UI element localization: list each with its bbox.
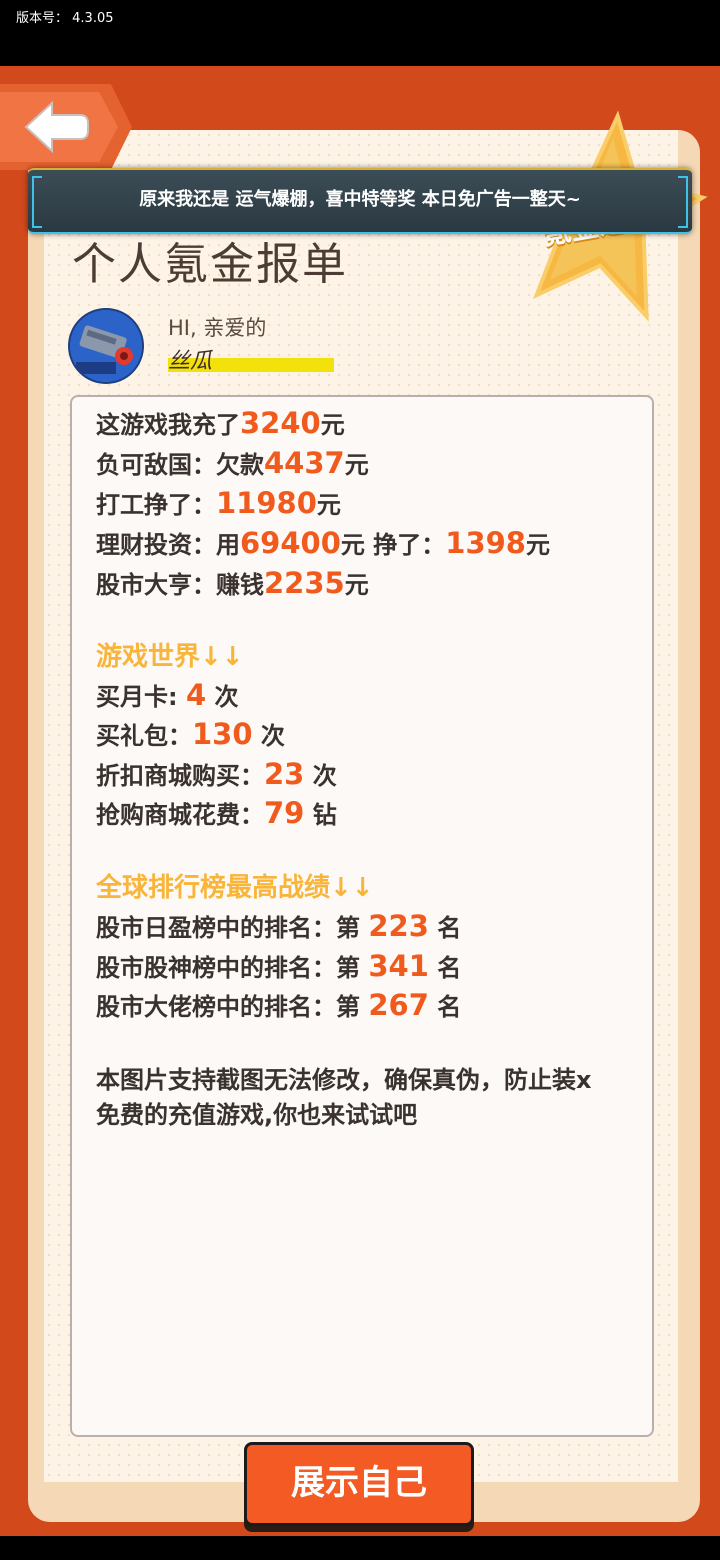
finance-value: 69400 — [240, 526, 341, 560]
status-bar: 版本号： 4.3.05 — [0, 0, 720, 66]
finance-unit: 元 — [320, 411, 345, 439]
finance-label: 股市大亨：赚钱 — [96, 571, 264, 599]
rank-value: 341 — [368, 949, 429, 983]
finance-unit: 元 — [344, 451, 369, 479]
rank-label: 股市股神榜中的排名：第 — [96, 954, 369, 982]
rank-unit: 名 — [428, 993, 462, 1021]
stat-unit: 次 — [206, 683, 239, 711]
stat-label: 折扣商城购买： — [96, 762, 264, 790]
show-self-button[interactable]: 展示自己 — [244, 1442, 474, 1526]
finance-unit: 元 — [525, 531, 550, 559]
finance-value: 3240 — [240, 406, 321, 440]
stat-label: 抢购商城花费： — [96, 801, 264, 829]
ranking-heading: 全球排行榜最高战绩↓↓ — [96, 873, 374, 903]
rank-label: 股市日盈榜中的排名：第 — [96, 914, 369, 942]
stat-unit: 钻 — [304, 801, 337, 829]
version-label: 版本号： — [16, 11, 69, 26]
back-arrow-icon[interactable] — [22, 97, 92, 157]
ranking-line: 股市日盈榜中的排名：第 223 名 — [96, 908, 461, 943]
game-world-line: 抢购商城花费：79 钻 — [96, 795, 337, 830]
rank-unit: 名 — [428, 914, 462, 942]
page-title: 个人氪金报单 — [72, 239, 348, 290]
finance-value: 1398 — [445, 526, 526, 560]
stat-label: 买月卡: — [96, 683, 186, 711]
reward-banner: 原来我还是 运气爆棚，喜中特等奖 本日免广告一整天~ — [28, 168, 692, 234]
stat-unit: 次 — [304, 762, 337, 790]
finance-line-recharge: 这游戏我充了3240元 — [96, 405, 345, 440]
finance-label: 这游戏我充了 — [96, 411, 240, 439]
stat-value: 130 — [192, 717, 253, 751]
finance-value: 2235 — [264, 566, 345, 600]
rank-label: 股市大佬榜中的排名：第 — [96, 993, 369, 1021]
finance-label: 负可敌国：欠款 — [96, 451, 264, 479]
finance-line-work: 打工挣了：11980元 — [96, 485, 341, 520]
finance-label: 理财投资：用 — [96, 531, 240, 559]
game-world-line: 买月卡: 4 次 — [96, 677, 239, 712]
note-line-2: 免费的充值游戏,你也来试试吧 — [96, 1101, 418, 1129]
avatar[interactable] — [70, 310, 142, 382]
game-world-line: 买礼包：130 次 — [96, 716, 285, 751]
stat-unit: 次 — [252, 722, 285, 750]
note-line-1: 本图片支持截图无法修改，确保真伪，防止装x — [96, 1066, 592, 1094]
rank-value: 223 — [368, 909, 429, 943]
finance-unit: 元 — [316, 491, 341, 519]
cannon-avatar-icon — [70, 310, 142, 382]
finance-value: 11980 — [216, 486, 317, 520]
version-value: 4.3.05 — [72, 11, 114, 26]
finance-line-stock: 股市大亨：赚钱2235元 — [96, 565, 369, 600]
rank-unit: 名 — [428, 954, 462, 982]
banner-text: 原来我还是 运气爆棚，喜中特等奖 本日免广告一整天~ — [139, 189, 581, 210]
rank-value: 267 — [368, 988, 429, 1022]
finance-line-debt: 负可敌国：欠款4437元 — [96, 445, 369, 480]
stat-label: 买礼包： — [96, 722, 192, 750]
game-world-line: 折扣商城购买：23 次 — [96, 756, 337, 791]
ranking-line: 股市大佬榜中的排名：第 267 名 — [96, 987, 461, 1022]
finance-label: 打工挣了： — [96, 491, 216, 519]
finance-unit: 元 — [344, 571, 369, 599]
version-text: 版本号： 4.3.05 — [16, 7, 114, 26]
bottom-bar — [0, 1536, 720, 1560]
stat-value: 4 — [185, 678, 207, 712]
stat-value: 23 — [264, 757, 305, 791]
username: 丝瓜 — [168, 349, 213, 374]
finance-line-invest: 理财投资：用69400元 挣了：1398元 — [96, 525, 550, 560]
finance-value: 4437 — [264, 446, 345, 480]
ranking-line: 股市股神榜中的排名：第 341 名 — [96, 948, 461, 983]
finance-label: 元 挣了： — [340, 531, 446, 559]
greeting-text: HI, 亲爱的 — [168, 316, 267, 340]
game-world-heading: 游戏世界↓↓ — [96, 642, 244, 672]
stat-value: 79 — [264, 796, 305, 830]
